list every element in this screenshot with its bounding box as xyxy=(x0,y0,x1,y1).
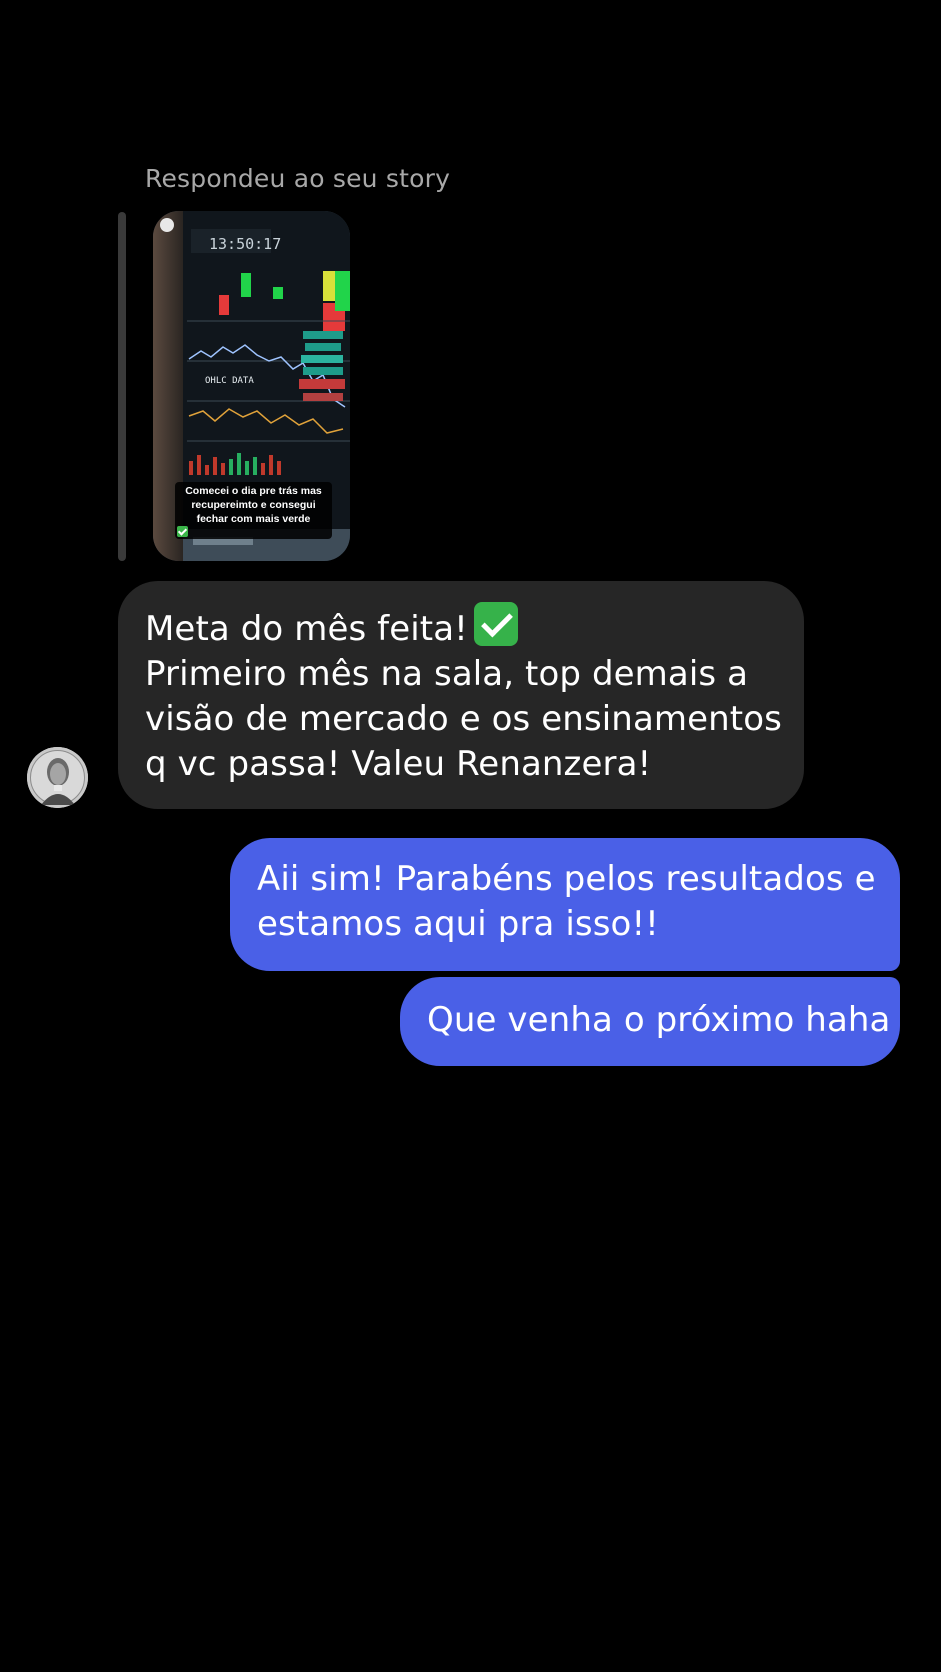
story-thumbnail[interactable]: 13:50:17 OHLC DATA Comecei o dia pre trá… xyxy=(153,211,350,561)
message-line: Primeiro mês na sala, top demais a xyxy=(145,654,749,694)
story-clock-text: 13:50:17 xyxy=(209,235,281,253)
sent-message-bubble[interactable]: Que venha o próximo haha xyxy=(400,977,900,1066)
received-message-bubble[interactable]: Meta do mês feita! Primeiro mês na sala,… xyxy=(118,581,804,809)
sender-avatar[interactable] xyxy=(27,747,88,808)
message-line: estamos aqui pra isso!! xyxy=(257,904,659,944)
sent-message-bubble[interactable]: Aii sim! Parabéns pelos resultados e est… xyxy=(230,838,900,971)
message-line-text: Meta do mês feita! xyxy=(145,609,468,649)
story-caption-line-text: fechar com mais verde xyxy=(196,513,311,525)
avatar-portrait-image xyxy=(27,747,88,808)
check-mark-icon xyxy=(177,526,188,537)
story-caption-line: recupereimto e consegui xyxy=(191,499,316,511)
story-caption-line: Comecei o dia pre trás mas xyxy=(185,485,322,497)
story-mute-icon[interactable] xyxy=(160,218,174,232)
message-line: Aii sim! Parabéns pelos resultados e xyxy=(257,859,876,899)
message-line: visão de mercado e os ensinamentos xyxy=(145,699,782,739)
message-line: q vc passa! Valeu Renanzera! xyxy=(145,744,652,784)
check-mark-icon xyxy=(473,602,518,646)
story-caption-line: fechar com mais verde xyxy=(177,512,330,537)
message-line: Que venha o próximo haha xyxy=(427,1000,891,1040)
message-line: Meta do mês feita! xyxy=(145,602,804,652)
story-reply-label: Respondeu ao seu story xyxy=(145,164,451,193)
quote-bar xyxy=(118,212,126,561)
story-caption: Comecei o dia pre trás mas recupereimto … xyxy=(175,482,332,539)
svg-text:OHLC DATA: OHLC DATA xyxy=(205,376,254,386)
